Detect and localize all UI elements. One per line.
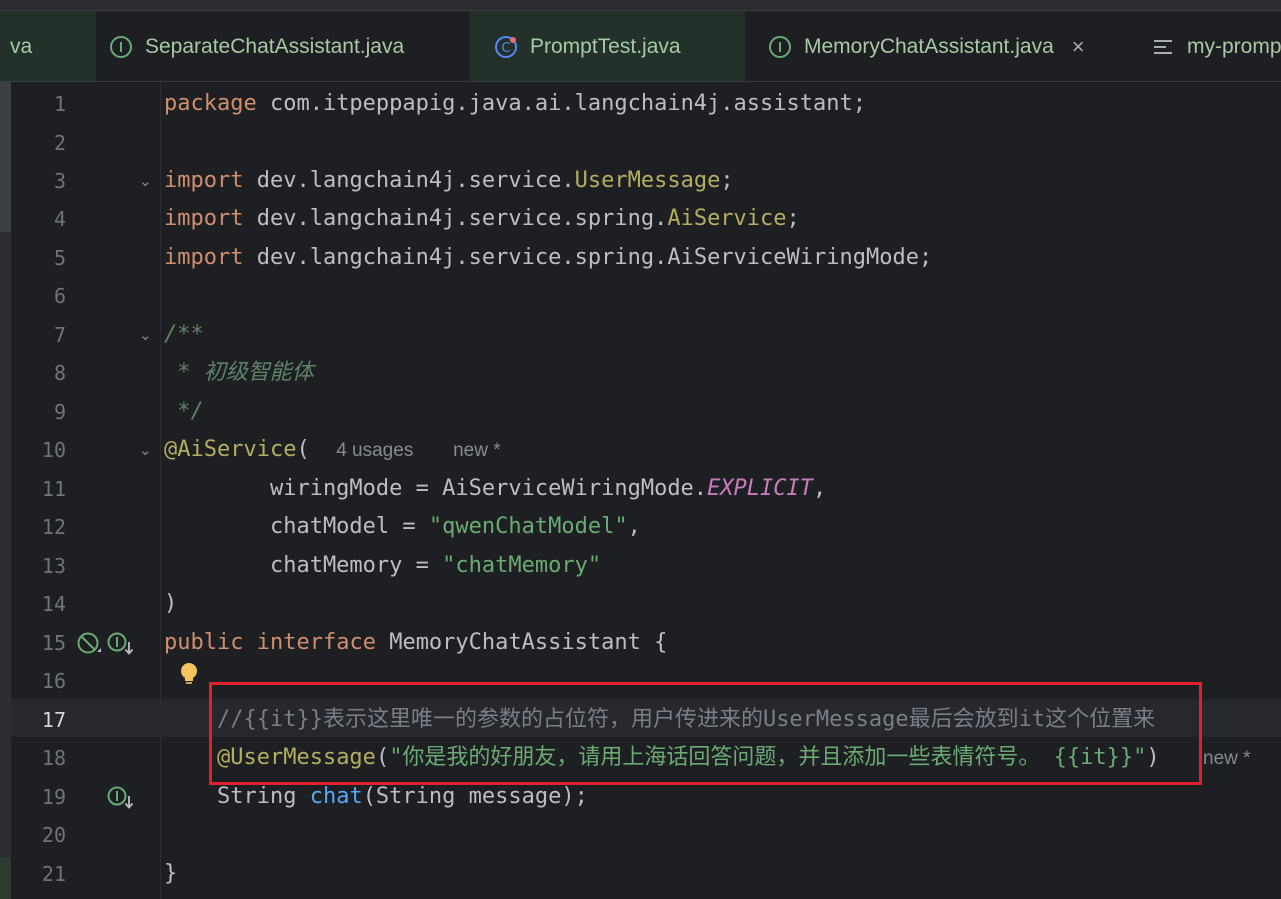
line-number: 12: [41, 515, 66, 539]
code-text[interactable]: public interface MemoryChatAssistant {: [164, 624, 667, 662]
fold-chevron-icon[interactable]: ⌄: [139, 162, 152, 200]
text-file-icon: [1151, 35, 1175, 59]
code-text[interactable]: wiringMode = AiServiceWiringMode.EXPLICI…: [164, 470, 826, 508]
code-text[interactable]: }: [164, 855, 177, 893]
author-hint[interactable]: new *: [1203, 740, 1251, 778]
code-line: 11 wiringMode = AiServiceWiringMode.EXPL…: [11, 470, 1281, 508]
doc-comment[interactable]: */: [164, 393, 204, 431]
code-text[interactable]: import dev.langchain4j.service.UserMessa…: [164, 162, 734, 200]
tab-label: my-promp: [1187, 34, 1281, 58]
line-number: 3: [53, 169, 66, 193]
code-text[interactable]: chatMemory = "chatMemory": [164, 547, 601, 585]
code-line: 1 package com.itpeppapig.java.ai.langcha…: [11, 85, 1281, 123]
close-icon[interactable]: ×: [1072, 34, 1085, 60]
line-number: 6: [53, 284, 66, 308]
interface-icon: [109, 35, 133, 59]
tab-separate-chat-assistant[interactable]: SeparateChatAssistant.java: [87, 11, 469, 82]
editor-tab-bar: va SeparateChatAssistant.java C PromptTe…: [0, 11, 1281, 92]
tab-label: SeparateChatAssistant.java: [145, 34, 405, 58]
line-number: 19: [41, 785, 66, 809]
line-number: 14: [41, 592, 66, 616]
tab-label: MemoryChatAssistant.java: [804, 34, 1054, 58]
code-line: 15 public interface MemoryChatAssistant …: [11, 624, 1281, 662]
tab-label: PromptTest.java: [530, 34, 681, 58]
no-implementation-icon[interactable]: [77, 632, 103, 661]
tab-prompt-test[interactable]: C PromptTest.java: [470, 11, 745, 82]
highlight-annotation-box: [209, 682, 1202, 785]
line-number: 10: [41, 438, 66, 462]
implemented-interface-icon[interactable]: [107, 632, 135, 661]
code-line: 8 * 初级智能体: [11, 354, 1281, 392]
code-line: 2: [11, 124, 1281, 162]
line-number: 2: [53, 131, 66, 155]
code-line: 10 ⌄ @AiService( 4 usages new *: [11, 431, 1281, 469]
code-line: 21 }: [11, 855, 1281, 893]
fold-chevron-icon[interactable]: ⌄: [139, 316, 152, 354]
line-number: 7: [53, 323, 66, 347]
doc-comment[interactable]: /**: [164, 316, 204, 354]
doc-comment[interactable]: * 初级智能体: [164, 354, 314, 392]
tab-my-prompt[interactable]: my-promp: [1131, 11, 1281, 82]
left-tool-strip: [0, 82, 11, 899]
code-line: 4 import dev.langchain4j.service.spring.…: [11, 200, 1281, 238]
implemented-method-icon[interactable]: [107, 786, 135, 815]
line-number: 15: [41, 631, 66, 655]
window-top-strip: [0, 0, 1281, 11]
line-number: 11: [41, 477, 66, 501]
author-hint[interactable]: new *: [453, 440, 501, 461]
code-line: 6: [11, 277, 1281, 315]
line-number: 4: [53, 207, 66, 231]
code-line: 7 ⌄ /**: [11, 316, 1281, 354]
line-number: 13: [41, 554, 66, 578]
tab-label: va: [10, 34, 33, 58]
svg-text:C: C: [501, 41, 510, 56]
code-line: 12 chatModel = "qwenChatModel",: [11, 508, 1281, 546]
code-line: 9 */: [11, 393, 1281, 431]
line-number: 20: [41, 823, 66, 847]
code-text[interactable]: import dev.langchain4j.service.spring.Ai…: [164, 200, 800, 238]
interface-icon: [768, 35, 792, 59]
tool-window-stripe[interactable]: [0, 82, 11, 232]
code-text[interactable]: chatModel = "qwenChatModel",: [164, 508, 641, 546]
code-line: 13 chatMemory = "chatMemory": [11, 547, 1281, 585]
tab-java-file-partial[interactable]: va: [0, 11, 96, 82]
line-number: 8: [53, 361, 66, 385]
code-line: 20: [11, 816, 1281, 854]
line-number: 17: [41, 708, 66, 732]
line-number: 5: [53, 246, 66, 270]
lightbulb-icon[interactable]: [177, 661, 201, 694]
test-class-icon: C: [494, 35, 518, 59]
code-text[interactable]: package com.itpeppapig.java.ai.langchain…: [164, 85, 866, 123]
line-number: 16: [41, 669, 66, 693]
code-text[interactable]: ): [164, 585, 177, 623]
code-line: 3 ⌄ import dev.langchain4j.service.UserM…: [11, 162, 1281, 200]
code-line: 5 import dev.langchain4j.service.spring.…: [11, 239, 1281, 277]
line-number: 18: [41, 746, 66, 770]
tool-window-stripe[interactable]: [0, 857, 11, 899]
line-number: 21: [41, 862, 66, 886]
usages-hint[interactable]: 4 usages: [336, 440, 413, 461]
line-number: 1: [53, 92, 66, 116]
line-number: 9: [53, 400, 66, 424]
fold-chevron-icon[interactable]: ⌄: [139, 431, 152, 469]
code-text[interactable]: @AiService( 4 usages new *: [164, 431, 501, 470]
code-text[interactable]: import dev.langchain4j.service.spring.Ai…: [164, 239, 932, 277]
tab-memory-chat-assistant[interactable]: MemoryChatAssistant.java ×: [746, 11, 1130, 82]
code-line: 14 ): [11, 585, 1281, 623]
